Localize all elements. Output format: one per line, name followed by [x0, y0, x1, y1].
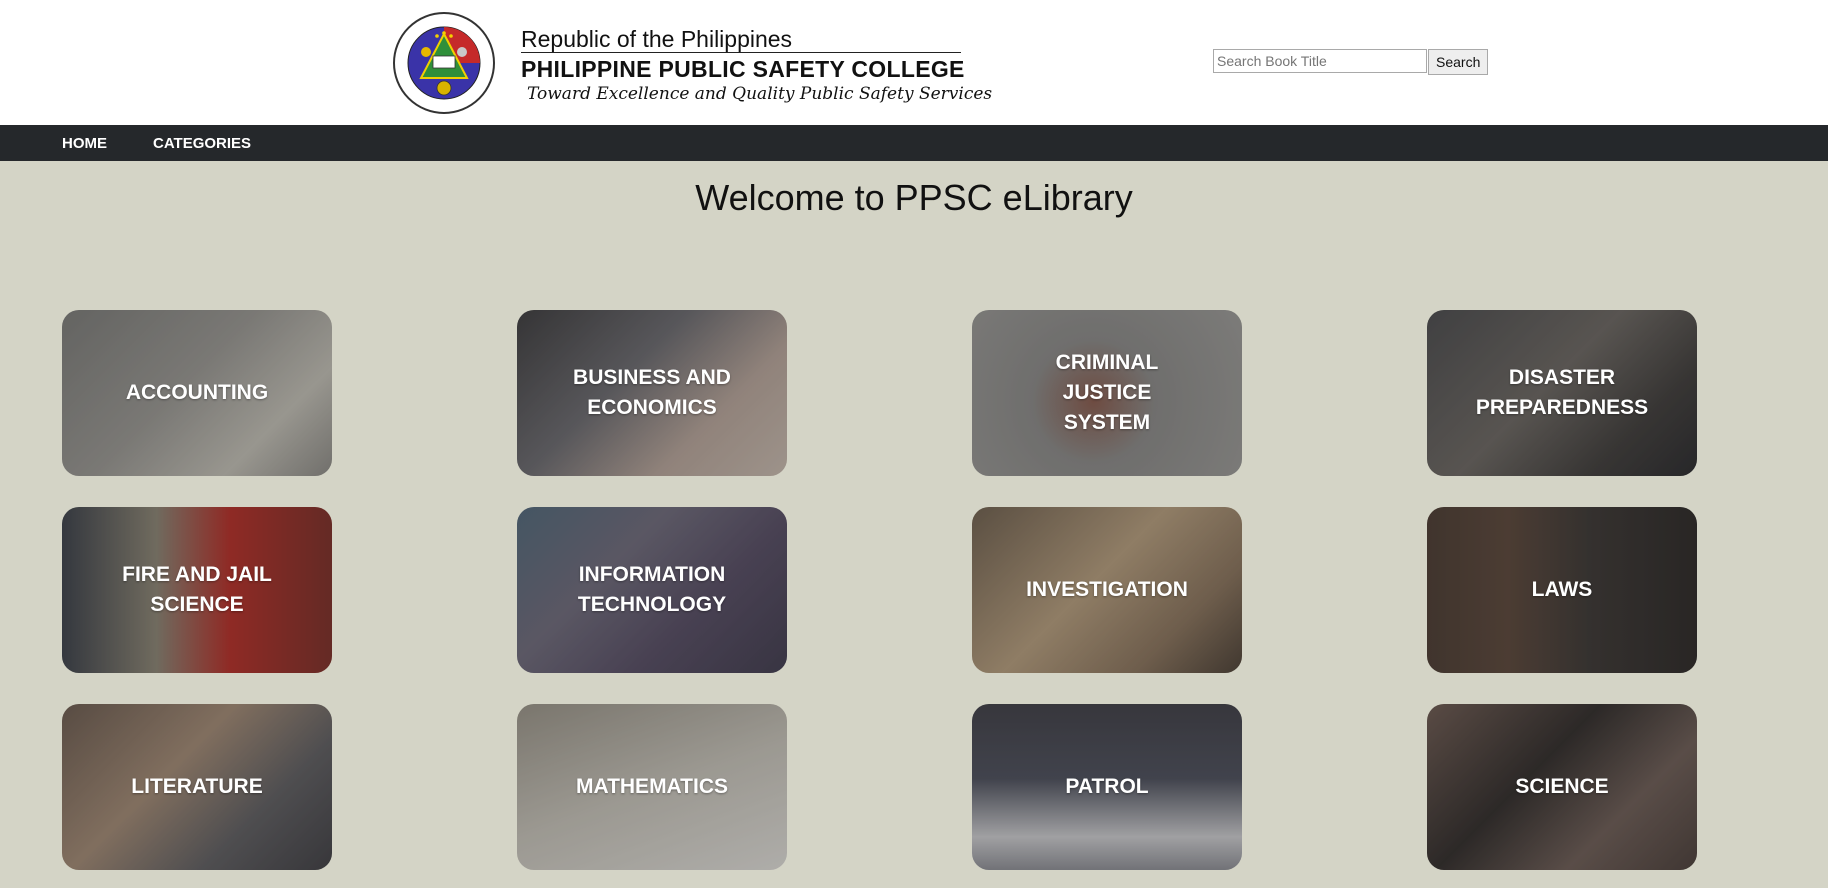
- category-tile-literature[interactable]: LITERATURE: [62, 704, 332, 870]
- brand-block: Republic of the Philippines PHILIPPINE P…: [521, 26, 992, 105]
- search-button[interactable]: Search: [1428, 49, 1489, 75]
- category-grid: ACCOUNTING BUSINESS AND ECONOMICS CRIMIN…: [62, 310, 1697, 870]
- college-name: PHILIPPINE PUBLIC SAFETY COLLEGE: [521, 56, 965, 82]
- main-navbar: HOME CATEGORIES: [0, 125, 1828, 161]
- category-tile-mathematics[interactable]: MATHEMATICS: [517, 704, 787, 870]
- category-tile-laws[interactable]: LAWS: [1427, 507, 1697, 673]
- category-label: FIRE AND JAIL SCIENCE: [122, 563, 272, 616]
- category-label: MATHEMATICS: [575, 775, 729, 798]
- category-tile-accounting[interactable]: ACCOUNTING: [62, 310, 332, 476]
- page-title: Welcome to PPSC eLibrary: [695, 177, 1133, 218]
- college-tagline: Toward Excellence and Quality Public Saf…: [527, 84, 993, 104]
- nav-home[interactable]: HOME: [62, 135, 107, 152]
- category-label: ACCOUNTING: [125, 381, 269, 404]
- nav-categories[interactable]: CATEGORIES: [153, 135, 251, 152]
- search-form: Search: [1213, 49, 1489, 75]
- category-label: INFORMATION TECHNOLOGY: [577, 563, 727, 616]
- category-label: BUSINESS AND ECONOMICS: [573, 366, 731, 419]
- category-tile-criminal-justice-system[interactable]: CRIMINAL JUSTICE SYSTEM: [972, 310, 1242, 476]
- category-label: DISASTER PREPAREDNESS: [1475, 366, 1649, 419]
- category-tile-science[interactable]: SCIENCE: [1427, 704, 1697, 870]
- category-label: INVESTIGATION: [1026, 578, 1188, 601]
- category-tile-patrol[interactable]: PATROL: [972, 704, 1242, 870]
- category-tile-fire-and-jail-science[interactable]: FIRE AND JAIL SCIENCE: [62, 507, 332, 673]
- site-header: Republic of the Philippines PHILIPPINE P…: [0, 0, 1828, 125]
- category-tile-investigation[interactable]: INVESTIGATION: [972, 507, 1242, 673]
- search-input[interactable]: [1213, 49, 1427, 73]
- category-label: LAWS: [1531, 578, 1593, 601]
- republic-text: Republic of the Philippines: [521, 26, 793, 52]
- category-tile-disaster-preparedness[interactable]: DISASTER PREPAREDNESS: [1427, 310, 1697, 476]
- category-tile-information-technology[interactable]: INFORMATION TECHNOLOGY: [517, 507, 787, 673]
- category-label: CRIMINAL JUSTICE SYSTEM: [1055, 351, 1159, 434]
- category-tile-business-and-economics[interactable]: BUSINESS AND ECONOMICS: [517, 310, 787, 476]
- category-label: SCIENCE: [1515, 775, 1609, 798]
- brand-divider: [521, 52, 961, 53]
- ppsc-seal-logo[interactable]: [393, 12, 495, 114]
- category-label: LITERATURE: [131, 775, 263, 798]
- category-label: PATROL: [1065, 775, 1149, 798]
